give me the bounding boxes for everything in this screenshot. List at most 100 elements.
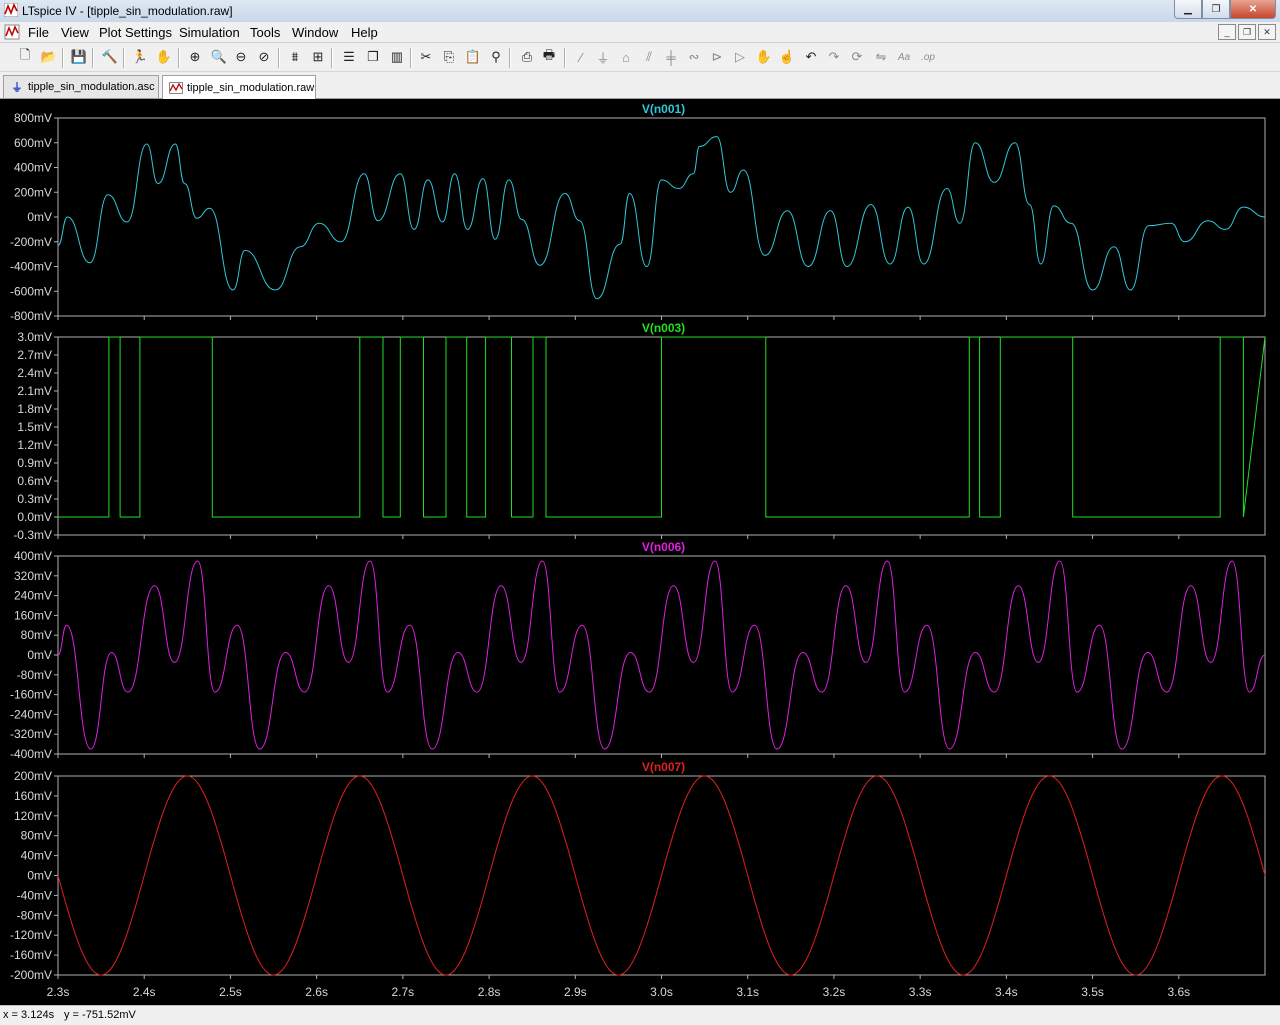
inductor-icon[interactable]: ∾ <box>685 48 703 66</box>
y-tick-label: 80mV <box>21 628 52 642</box>
x-tick-label: 2.8s <box>478 985 501 999</box>
maximize-button[interactable]: ❐ <box>1202 0 1230 19</box>
y-tick-label: 0.0mV <box>17 510 52 524</box>
x-tick-label: 2.4s <box>133 985 156 999</box>
undo-icon[interactable]: ↶ <box>802 48 820 66</box>
resistor-icon[interactable]: ⫽ <box>640 48 658 66</box>
waveform-icon <box>169 81 183 95</box>
open-icon[interactable]: 📂 <box>40 48 58 66</box>
document-restore-button[interactable]: ❐ <box>1238 24 1256 40</box>
pane-frame <box>57 117 1266 317</box>
y-tick-label: -80mV <box>17 668 52 682</box>
tile-horizontal-icon[interactable]: ☰ <box>340 48 358 66</box>
trace-label: V(n003) <box>642 321 685 335</box>
cascade-icon[interactable]: ❐ <box>364 48 382 66</box>
paste-icon[interactable]: 📋 <box>464 48 482 66</box>
text-icon[interactable]: Aa <box>895 48 913 66</box>
copy-icon[interactable]: ⎘ <box>440 48 458 66</box>
x-tick-label: 2.3s <box>47 985 70 999</box>
document-minimize-button[interactable]: _ <box>1218 24 1236 40</box>
menu-file[interactable]: File <box>28 25 49 40</box>
label-icon[interactable]: ⌂ <box>617 48 635 66</box>
y-tick-label: 400mV <box>14 549 52 563</box>
zoom-in-icon[interactable]: ⊕ <box>186 48 204 66</box>
redo-icon[interactable]: ↷ <box>825 48 843 66</box>
print-setup-icon[interactable]: ⎙ <box>518 48 536 66</box>
menu-help[interactable]: Help <box>351 25 378 40</box>
waveform-viewer[interactable]: V(n001) 800mV 600mV 400mV 200mV 0mV -200mV -400… <box>0 99 1280 1005</box>
zoom-out-icon[interactable]: ⊖ <box>232 48 250 66</box>
cut-icon[interactable]: ✂ <box>417 48 435 66</box>
minimize-button[interactable]: ▁ <box>1174 0 1202 19</box>
diode-icon[interactable]: ⊳ <box>708 48 726 66</box>
y-tick-label: 200mV <box>14 769 52 783</box>
y-tick-label: -120mV <box>10 928 52 942</box>
x-tick-label: 3.1s <box>736 985 759 999</box>
move-icon[interactable]: ✋ <box>755 48 773 66</box>
halt-icon[interactable]: ✋ <box>155 48 173 66</box>
y-tick-label: 2.7mV <box>17 348 52 362</box>
menu-view[interactable]: View <box>61 25 89 40</box>
waveform-plot[interactable]: V(n001) 800mV 600mV 400mV 200mV 0mV -200mV -400… <box>0 99 1280 1005</box>
component-icon[interactable]: ▷ <box>731 48 749 66</box>
trace-label: V(n001) <box>642 102 685 116</box>
trace-label: V(n006) <box>642 540 685 554</box>
toolbar-separator <box>92 48 94 68</box>
y-tick-label: 2.1mV <box>17 384 52 398</box>
control-panel-icon[interactable]: 🔨 <box>101 48 119 66</box>
document-close-button[interactable]: ✕ <box>1258 24 1276 40</box>
autorange-icon[interactable]: ⩩ <box>286 48 304 66</box>
y-tick-label: -200mV <box>10 235 52 249</box>
toolbar-separator <box>509 48 511 68</box>
y-tick-label: -80mV <box>17 908 52 922</box>
y-tick-label: -40mV <box>17 888 52 902</box>
save-icon[interactable]: 💾 <box>70 48 88 66</box>
x-tick-label: 3.5s <box>1081 985 1104 999</box>
spice-directive-icon[interactable]: .op <box>919 48 937 66</box>
menu-tools[interactable]: Tools <box>250 25 280 40</box>
menu-window[interactable]: Window <box>292 25 338 40</box>
tab-waveform[interactable]: tipple_sin_modulation.raw <box>162 75 316 99</box>
y-tick-label: -160mV <box>10 688 52 702</box>
y-tick-label: 160mV <box>14 789 52 803</box>
y-tick-label: 0.3mV <box>17 492 52 506</box>
waveform-document-icon[interactable] <box>4 24 20 40</box>
rotate-icon[interactable]: ⟳ <box>848 48 866 66</box>
menu-simulation[interactable]: Simulation <box>179 25 240 40</box>
cursor-x-readout: x = 3.124s <box>3 1009 55 1021</box>
tab-schematic[interactable]: ⏚ tipple_sin_modulation.asc <box>3 75 159 98</box>
trace-line <box>57 136 1266 300</box>
x-tick-label: 3.3s <box>909 985 932 999</box>
close-button[interactable]: ✕ <box>1230 0 1276 19</box>
x-tick-label: 2.9s <box>564 985 587 999</box>
x-tick-label: 3.2s <box>823 985 846 999</box>
y-tick-label: 600mV <box>14 136 52 150</box>
capacitor-icon[interactable]: ╪ <box>662 48 680 66</box>
toolbar-separator <box>178 48 180 68</box>
zoom-area-icon[interactable]: 🔍 <box>210 48 228 66</box>
menu-plot-settings[interactable]: Plot Settings <box>99 25 172 40</box>
print-icon[interactable]: 🖶 <box>540 47 558 66</box>
run-icon[interactable]: 🏃 <box>131 48 149 66</box>
find-icon[interactable]: ⚲ <box>487 48 505 66</box>
tab-label: tipple_sin_modulation.asc <box>28 81 155 93</box>
y-tick-label: 0mV <box>27 869 52 883</box>
wire-icon[interactable]: ∕ <box>572 48 590 66</box>
mirror-icon[interactable]: ⇋ <box>872 48 890 66</box>
ltspice-app-icon[interactable] <box>4 3 18 17</box>
ground-icon[interactable]: ⏚ <box>594 48 612 66</box>
mark-unconnected-icon[interactable]: ⊞ <box>309 48 327 66</box>
new-schematic-icon[interactable]: 🗋 <box>16 47 34 66</box>
y-tick-label: 1.8mV <box>17 402 52 416</box>
y-tick-label: 320mV <box>14 569 52 583</box>
y-tick-label: -320mV <box>10 727 52 741</box>
y-tick-label: 800mV <box>14 111 52 125</box>
drag-icon[interactable]: ☝ <box>778 48 796 66</box>
trace-line <box>57 775 1266 976</box>
y-tick-label: -160mV <box>10 948 52 962</box>
schematic-icon: ⏚ <box>11 82 23 94</box>
toolbar-separator <box>123 48 125 68</box>
y-tick-label: 0.9mV <box>17 456 52 470</box>
tile-vertical-icon[interactable]: ▥ <box>388 48 406 66</box>
zoom-cancel-icon[interactable]: ⊘ <box>255 48 273 66</box>
